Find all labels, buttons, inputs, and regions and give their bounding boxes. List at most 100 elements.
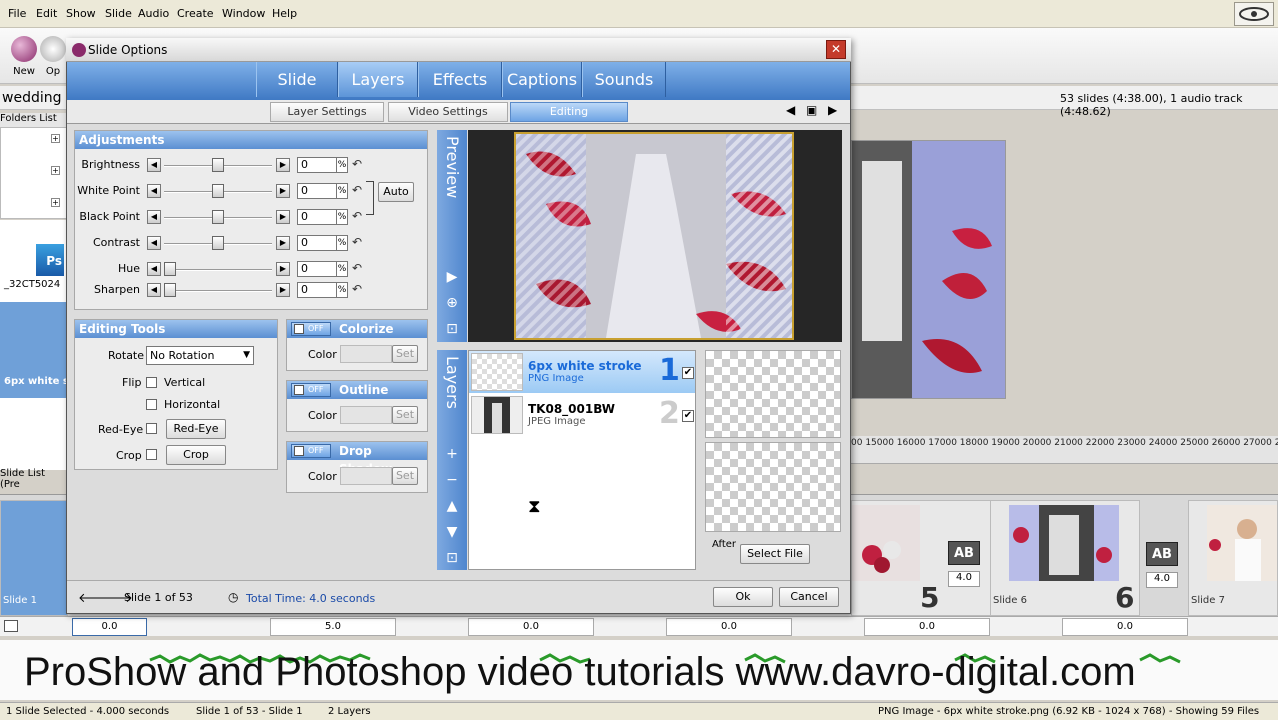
subtab-layer-settings[interactable]: Layer Settings: [270, 102, 384, 122]
slider-thumb[interactable]: [212, 236, 224, 250]
expand-icon[interactable]: +: [51, 166, 60, 175]
expand-icon[interactable]: +: [51, 134, 60, 143]
slider-right-icon[interactable]: ▶: [276, 158, 290, 172]
flip-horizontal-checkbox[interactable]: [146, 399, 157, 410]
adjustment-value-input[interactable]: 0: [297, 235, 339, 251]
slide-6-slot[interactable]: Slide 6 6: [990, 500, 1140, 616]
slider-right-icon[interactable]: ▶: [276, 262, 290, 276]
slider-left-icon[interactable]: ◀: [147, 210, 161, 224]
layer-row[interactable]: 6px white stroke PNG Image 1 ✔: [469, 351, 695, 393]
close-button[interactable]: ✕: [826, 40, 846, 59]
folders-tree[interactable]: + + +: [0, 127, 68, 219]
layer-visible-checkbox[interactable]: ✔: [682, 367, 694, 379]
reset-icon[interactable]: ↶: [352, 209, 362, 223]
slide-time[interactable]: 0.0: [468, 618, 594, 636]
flip-vertical-checkbox[interactable]: [146, 377, 157, 388]
slide-time[interactable]: 0.0: [1062, 618, 1188, 636]
rotate-select[interactable]: No Rotation ▼: [146, 346, 254, 365]
slide-time[interactable]: 0.0: [72, 618, 147, 636]
move-up-icon[interactable]: ▲: [439, 495, 465, 517]
slider-thumb[interactable]: [164, 262, 176, 276]
tab-slide[interactable]: Slide: [256, 62, 338, 97]
slider-left-icon[interactable]: ◀: [147, 262, 161, 276]
slider-right-icon[interactable]: ▶: [276, 210, 290, 224]
slider-thumb[interactable]: [212, 158, 224, 172]
slider-left-icon[interactable]: ◀: [147, 236, 161, 250]
slide-7-slot[interactable]: Slide 7: [1188, 500, 1278, 616]
menu-edit[interactable]: Edit: [36, 7, 57, 20]
adjustment-value-input[interactable]: 0: [297, 209, 339, 225]
slider-right-icon[interactable]: ▶: [276, 236, 290, 250]
preview-image[interactable]: [514, 132, 794, 340]
outline-set-button[interactable]: Set: [392, 406, 418, 424]
subtab-video-settings[interactable]: Video Settings: [388, 102, 508, 122]
file-name[interactable]: _32CT5024: [4, 279, 60, 290]
drop-shadow-toggle[interactable]: OFF: [291, 444, 331, 458]
transition-time[interactable]: 4.0: [1146, 572, 1178, 588]
move-down-icon[interactable]: ▼: [439, 521, 465, 543]
tab-sounds[interactable]: Sounds: [582, 62, 666, 97]
reset-icon[interactable]: ↶: [352, 183, 362, 197]
slide-time[interactable]: 5.0: [270, 618, 396, 636]
colorize-set-button[interactable]: Set: [392, 345, 418, 363]
open-button[interactable]: Op: [40, 36, 66, 77]
menu-slide[interactable]: Slide: [105, 7, 132, 20]
slide-1-slot[interactable]: Slide 1: [0, 500, 68, 616]
reset-icon[interactable]: ↶: [352, 157, 362, 171]
menu-show[interactable]: Show: [66, 7, 96, 20]
next-layer-icon[interactable]: ▶: [828, 103, 837, 117]
psd-file-icon[interactable]: Ps: [36, 244, 64, 276]
outline-toggle[interactable]: OFF: [291, 383, 331, 397]
redeye-button[interactable]: Red-Eye: [166, 419, 226, 439]
adjustment-value-input[interactable]: 0: [297, 282, 339, 298]
tab-layers[interactable]: Layers: [338, 62, 418, 97]
slider-left-icon[interactable]: ◀: [147, 283, 161, 297]
menu-audio[interactable]: Audio: [138, 7, 169, 20]
slide-5-slot[interactable]: AB 4.0 5: [851, 500, 991, 616]
zoom-icon[interactable]: ⊕: [439, 292, 465, 314]
menu-file[interactable]: File: [8, 7, 26, 20]
cancel-button[interactable]: Cancel: [779, 587, 839, 607]
ok-button[interactable]: Ok: [713, 587, 773, 607]
drop-shadow-color-swatch[interactable]: [340, 467, 392, 485]
tab-effects[interactable]: Effects: [418, 62, 502, 97]
slide-time[interactable]: 0.0: [864, 618, 990, 636]
remove-layer-icon[interactable]: −: [439, 469, 465, 491]
play-icon[interactable]: ▶: [439, 266, 465, 288]
fit-icon[interactable]: ⊡: [439, 318, 465, 340]
layer-visible-checkbox[interactable]: ✔: [682, 410, 694, 422]
redeye-checkbox[interactable]: [146, 423, 157, 434]
reset-icon[interactable]: ↶: [352, 235, 362, 249]
adjustment-value-input[interactable]: 0: [297, 183, 339, 199]
total-time[interactable]: Total Time: 4.0 seconds: [246, 592, 375, 605]
menu-create[interactable]: Create: [177, 7, 214, 20]
transition-time[interactable]: 4.0: [948, 571, 980, 587]
expand-icon[interactable]: +: [51, 198, 60, 207]
slider-right-icon[interactable]: ▶: [276, 184, 290, 198]
prev-layer-icon[interactable]: ◀: [786, 103, 795, 117]
adjustment-value-input[interactable]: 0: [297, 261, 339, 277]
outline-color-swatch[interactable]: [340, 406, 392, 424]
show-name[interactable]: wedding: [2, 90, 62, 106]
subtab-editing[interactable]: Editing: [510, 102, 628, 122]
select-file-button[interactable]: Select File: [740, 544, 810, 564]
slider-thumb[interactable]: [212, 184, 224, 198]
transition-icon[interactable]: AB: [948, 541, 980, 565]
slider-left-icon[interactable]: ◀: [147, 158, 161, 172]
reset-icon[interactable]: ↶: [352, 282, 362, 296]
slide-time[interactable]: 0.0: [666, 618, 792, 636]
layers-icon[interactable]: ▣: [806, 103, 817, 117]
slider-thumb[interactable]: [164, 283, 176, 297]
adjustment-value-input[interactable]: 0: [297, 157, 339, 173]
crop-checkbox[interactable]: [146, 449, 157, 460]
colorize-color-swatch[interactable]: [340, 345, 392, 363]
slider-thumb[interactable]: [212, 210, 224, 224]
menu-window[interactable]: Window: [222, 7, 265, 20]
tab-captions[interactable]: Captions: [502, 62, 582, 97]
layer-row[interactable]: TK08_001BW JPEG Image 2 ✔: [469, 394, 695, 436]
layer-edit-icon[interactable]: ⊡: [439, 547, 465, 569]
slider-right-icon[interactable]: ▶: [276, 283, 290, 297]
transition-icon[interactable]: AB: [1146, 542, 1178, 566]
reset-icon[interactable]: ↶: [352, 261, 362, 275]
add-layer-icon[interactable]: +: [439, 443, 465, 465]
